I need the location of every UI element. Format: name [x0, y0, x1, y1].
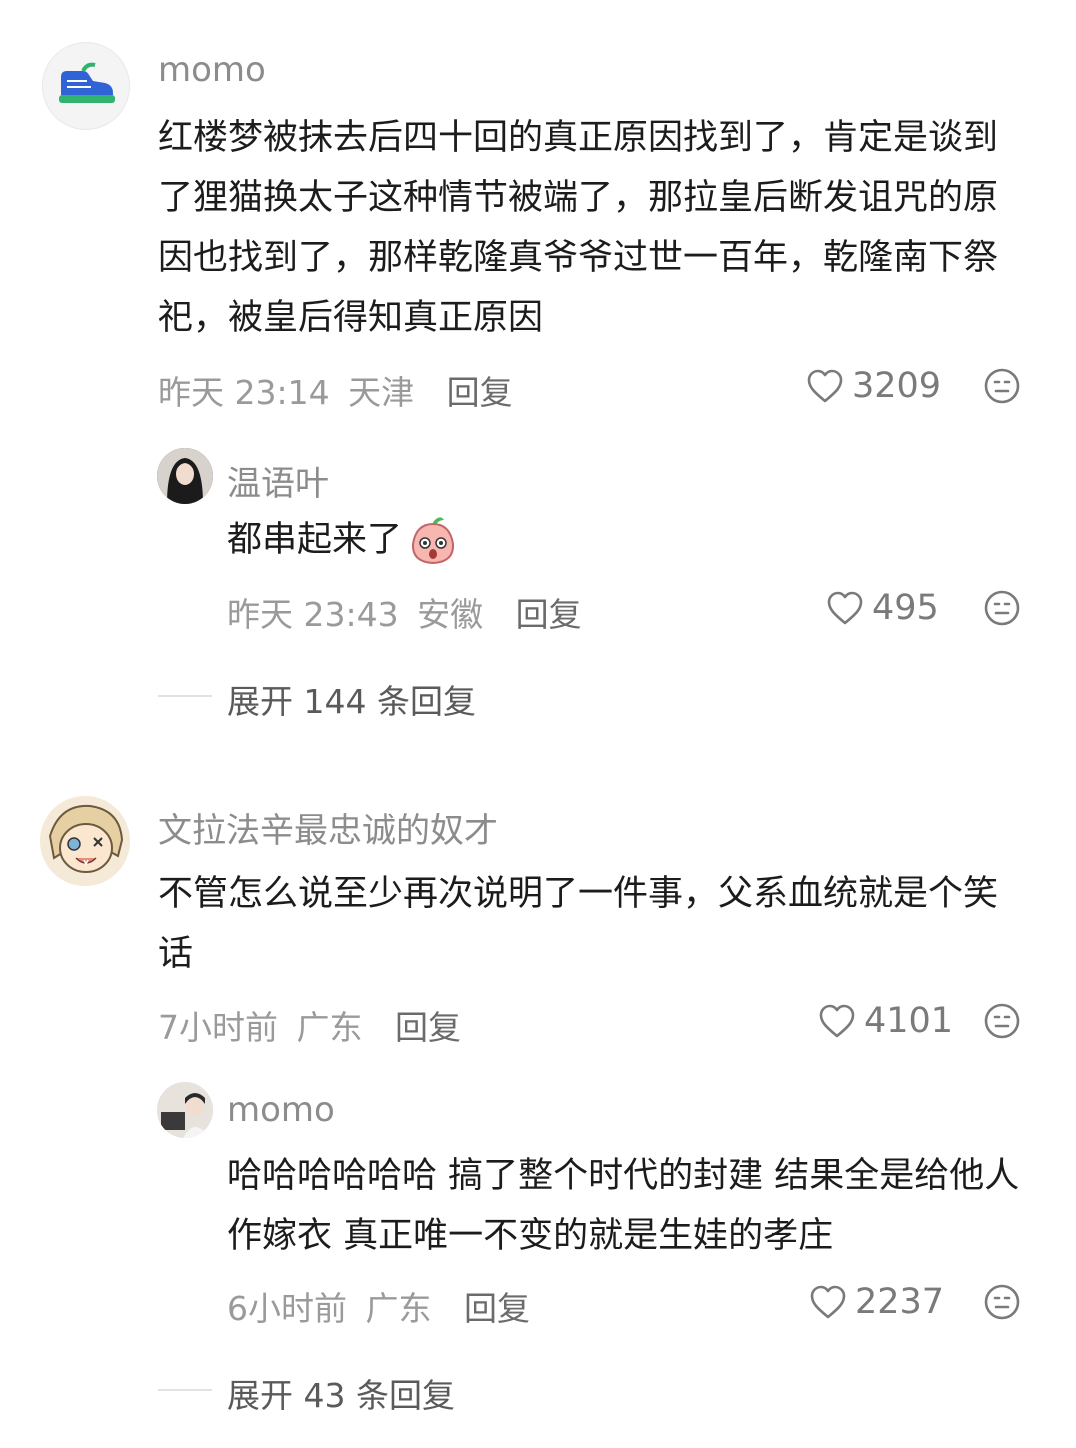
heart-outline-icon [807, 369, 843, 403]
like-button[interactable]: 4101 [818, 1001, 953, 1041]
neutral-face-icon [984, 1284, 1020, 1320]
reply-button[interactable]: 回复 [516, 595, 582, 634]
heart-outline-icon [810, 1285, 846, 1319]
expand-divider [158, 1389, 212, 1391]
reply-username[interactable]: 温语叶 [227, 456, 329, 505]
avatar[interactable] [40, 796, 130, 886]
expand-replies-button[interactable]: 展开 43 条回复 [227, 1369, 455, 1417]
reply-button[interactable]: 回复 [447, 373, 513, 412]
like-button[interactable]: 2237 [809, 1282, 944, 1322]
reply-time: 6小时前 [227, 1289, 347, 1328]
comment-text: 不管怎么说至少再次说明了一件事，父系血统就是个笑话 [158, 874, 999, 974]
reply-meta: 6小时前 广东 回复 [227, 1282, 530, 1330]
avatar[interactable] [157, 1082, 213, 1138]
reply-meta: 昨天 23:43 安徽 回复 [227, 588, 582, 636]
expand-replies-button[interactable]: 展开 144 条回复 [227, 675, 476, 723]
reply-button[interactable]: 回复 [464, 1289, 530, 1328]
heart-outline-icon [827, 591, 863, 625]
anime-character-avatar-icon [40, 796, 130, 886]
comment-time: 7小时前 [158, 1008, 278, 1047]
person-avatar-icon [157, 1082, 213, 1138]
emoji-button[interactable] [983, 589, 1021, 627]
reply-location: 安徽 [417, 595, 484, 634]
reply-button[interactable]: 回复 [395, 1008, 461, 1047]
expand-divider [158, 695, 212, 697]
comment-time: 昨天 23:14 [158, 373, 330, 412]
emoji-button[interactable] [983, 1283, 1021, 1321]
like-button[interactable]: 495 [826, 588, 939, 628]
emoji-button[interactable] [983, 1002, 1021, 1040]
neutral-face-icon [984, 1003, 1020, 1039]
comment-location: 广东 [296, 1008, 363, 1047]
comment-username[interactable]: momo [158, 50, 266, 90]
comment-meta: 7小时前 广东 回复 [158, 1001, 461, 1049]
comment-username[interactable]: 文拉法辛最忠诚的奴才 [158, 803, 498, 852]
sneaker-icon [59, 62, 115, 103]
like-count: 3209 [852, 366, 942, 406]
surprised-peach-emoji-icon [412, 517, 455, 565]
reply-text-content: 都串起来了 [227, 520, 403, 560]
reply-username[interactable]: momo [227, 1090, 335, 1130]
neutral-face-icon [984, 368, 1020, 404]
avatar[interactable] [157, 448, 213, 504]
like-count: 495 [872, 588, 939, 628]
reply-text: 都串起来了 [227, 510, 458, 570]
like-button[interactable]: 3209 [806, 366, 941, 406]
emoji-button[interactable] [983, 367, 1021, 405]
comment-text: 红楼梦被抹去后四十回的真正原因找到了，肯定是谈到了狸猫换太子这种情节被端了，那拉… [158, 118, 999, 338]
comment-location: 天津 [348, 373, 415, 412]
reply-text: 哈哈哈哈哈哈 搞了整个时代的封建 结果全是给他人作嫁衣 真正唯一不变的就是生娃的… [227, 1156, 1020, 1256]
comment-meta: 昨天 23:14 天津 回复 [158, 366, 513, 414]
like-count: 2237 [855, 1282, 945, 1322]
heart-outline-icon [819, 1004, 855, 1038]
avatar[interactable] [42, 42, 130, 130]
reply-location: 广东 [365, 1289, 432, 1328]
person-avatar-icon [157, 448, 213, 504]
reply-time: 昨天 23:43 [227, 595, 399, 634]
like-count: 4101 [864, 1001, 954, 1041]
neutral-face-icon [984, 590, 1020, 626]
